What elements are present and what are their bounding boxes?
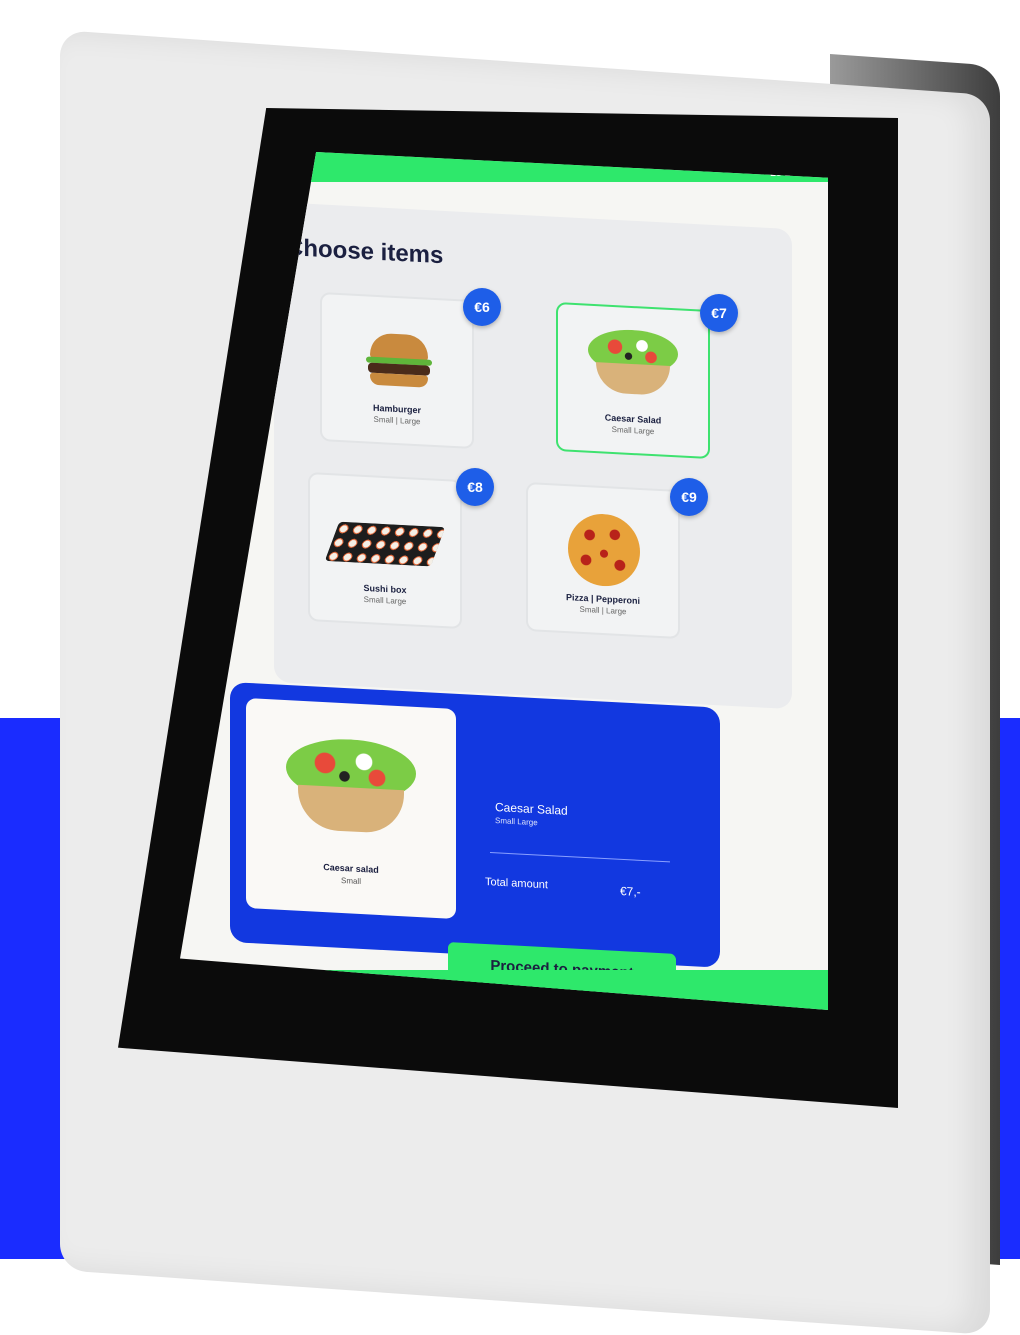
sushi-image [324,521,446,567]
price-badge: €7 [700,294,738,332]
pizza-image [568,512,640,588]
salad-bowl [298,784,404,835]
price-badge: €9 [670,478,708,516]
menu-item-sushi-box[interactable]: Sushi box Small Large [308,472,462,630]
salad-bowl [596,362,670,396]
total-amount-value: €7,- [620,884,641,900]
selected-item-card: Caesar salad Small [246,698,456,920]
menu-item-pizza-pepperoni[interactable]: Pizza | Pepperoni Small | Large [526,482,680,640]
menu-item-caesar-salad[interactable]: Caesar Salad Small Large [556,302,710,460]
menu-item-hamburger[interactable]: Hamburger Small | Large [320,292,474,450]
price-badge: €6 [463,288,501,326]
menu-panel [274,202,792,710]
price-badge: €8 [456,468,494,506]
